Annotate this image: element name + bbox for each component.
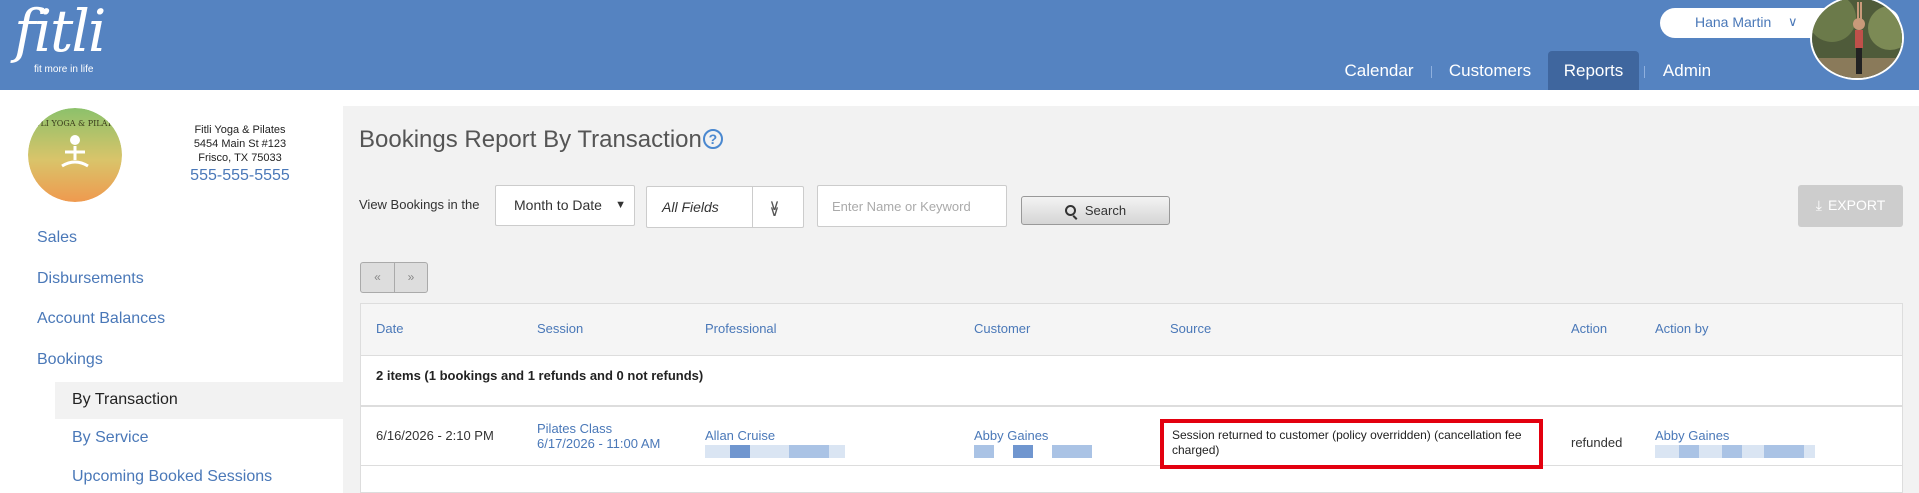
cell-customer[interactable]: Abby Gaines xyxy=(974,428,1048,443)
search-button[interactable]: Search xyxy=(1021,196,1170,225)
column-header-customer[interactable]: Customer xyxy=(974,321,1030,336)
fields-select-value: All Fields xyxy=(662,199,719,215)
sidebar-item-disbursements[interactable]: Disbursements xyxy=(37,270,144,288)
redacted-detail xyxy=(1013,445,1033,458)
nav-reports[interactable]: Reports xyxy=(1548,51,1639,90)
redacted-detail xyxy=(1679,445,1699,458)
avatar[interactable] xyxy=(1810,0,1904,80)
redacted-detail xyxy=(1052,445,1092,458)
studio-logo: FITLI YOGA & PILATES xyxy=(28,108,122,202)
cell-professional[interactable]: Allan Cruise xyxy=(705,428,775,443)
cell-source-highlighted: Session returned to customer (policy ove… xyxy=(1160,419,1543,469)
nav-separator xyxy=(1431,66,1432,78)
chevron-down-icon: ▼ xyxy=(615,199,626,211)
pager-next-button[interactable]: » xyxy=(394,263,427,292)
column-header-session[interactable]: Session xyxy=(537,321,583,336)
bookings-table: Date Session Professional Customer Sourc… xyxy=(360,303,1903,493)
main-content: Bookings Report By Transaction? View Boo… xyxy=(343,106,1919,493)
sidebar-subitem-by-transaction[interactable]: By Transaction xyxy=(55,382,343,419)
page-title-text: Bookings Report By Transaction xyxy=(359,126,702,153)
filter-label: View Bookings in the xyxy=(359,197,480,212)
sidebar-item-sales[interactable]: Sales xyxy=(37,229,77,247)
studio-address-line1: 5454 Main St #123 xyxy=(193,138,287,150)
studio-logo-text: FITLI YOGA & PILATES xyxy=(28,119,122,128)
column-header-date[interactable]: Date xyxy=(376,321,403,336)
redacted-detail xyxy=(789,445,829,458)
download-icon: ⤓ xyxy=(1815,197,1822,213)
logo-wordmark: fitli xyxy=(14,0,106,65)
pager-prev-button[interactable]: « xyxy=(361,263,394,292)
period-select[interactable]: Month to Date ▼ xyxy=(495,185,635,226)
table-header: Date Session Professional Customer Sourc… xyxy=(361,304,1902,356)
nav-admin[interactable]: Admin xyxy=(1644,51,1730,90)
column-header-professional[interactable]: Professional xyxy=(705,321,777,336)
cell-action-by[interactable]: Abby Gaines xyxy=(1655,428,1729,443)
cell-date: 6/16/2026 - 2:10 PM xyxy=(376,428,494,443)
page-title: Bookings Report By Transaction? xyxy=(359,126,723,154)
top-bar: fitli fit more in life Hana Martin ∨ Cal… xyxy=(0,0,1919,90)
sidebar-item-account-balances[interactable]: Account Balances xyxy=(37,310,165,328)
search-button-label: Search xyxy=(1084,203,1127,218)
table-row: 6/16/2026 - 2:10 PM Pilates Class 6/17/2… xyxy=(361,408,1902,469)
pager: « » xyxy=(360,262,428,293)
studio-name: Fitli Yoga & Pilates xyxy=(194,124,286,136)
nav-customers[interactable]: Customers xyxy=(1440,51,1540,90)
keyword-search-input[interactable] xyxy=(817,185,1007,227)
redacted-detail xyxy=(974,445,994,458)
column-header-source[interactable]: Source xyxy=(1170,321,1211,336)
sidebar-item-bookings[interactable]: Bookings xyxy=(37,351,103,369)
session-time: 6/17/2026 - 11:00 AM xyxy=(537,436,661,451)
sidebar-subitem-by-service[interactable]: By Service xyxy=(55,420,343,457)
user-name: Hana Martin xyxy=(1695,14,1772,30)
help-icon[interactable]: ? xyxy=(702,129,723,149)
sidebar-subitem-upcoming-booked-sessions[interactable]: Upcoming Booked Sessions xyxy=(55,459,343,493)
column-header-action[interactable]: Action xyxy=(1571,321,1607,336)
export-button[interactable]: ⤓ EXPORT xyxy=(1798,185,1903,227)
studio-address-line2: Frisco, TX 75033 xyxy=(198,152,282,164)
cell-session[interactable]: Pilates Class 6/17/2026 - 11:00 AM xyxy=(537,421,677,451)
chevron-down-icon: ∨ xyxy=(1788,14,1798,29)
redacted-detail xyxy=(730,445,750,458)
double-chevron-down-icon: ∨ ∨ xyxy=(769,197,780,220)
export-button-label: EXPORT xyxy=(1827,197,1886,213)
fitli-logo[interactable]: fitli fit more in life xyxy=(14,0,106,75)
column-header-action-by[interactable]: Action by xyxy=(1655,321,1708,336)
sidebar: FITLI YOGA & PILATES Fitli Yoga & Pilate… xyxy=(0,90,343,493)
studio-info: Fitli Yoga & Pilates 5454 Main St #123 F… xyxy=(160,123,320,184)
redacted-detail xyxy=(1722,445,1742,458)
table-summary: 2 items (1 bookings and 1 refunds and 0 … xyxy=(361,356,1902,407)
studio-phone[interactable]: 555-555-5555 xyxy=(160,168,320,184)
divider xyxy=(752,187,753,227)
fields-select[interactable]: All Fields ∨ ∨ xyxy=(646,186,804,228)
search-icon xyxy=(1064,205,1076,216)
cell-action: refunded xyxy=(1571,435,1623,450)
period-select-value: Month to Date xyxy=(514,197,602,213)
nav-calendar[interactable]: Calendar xyxy=(1335,51,1423,90)
redacted-detail xyxy=(1764,445,1804,458)
session-name: Pilates Class xyxy=(537,421,613,436)
logo-tagline: fit more in life xyxy=(34,64,94,75)
